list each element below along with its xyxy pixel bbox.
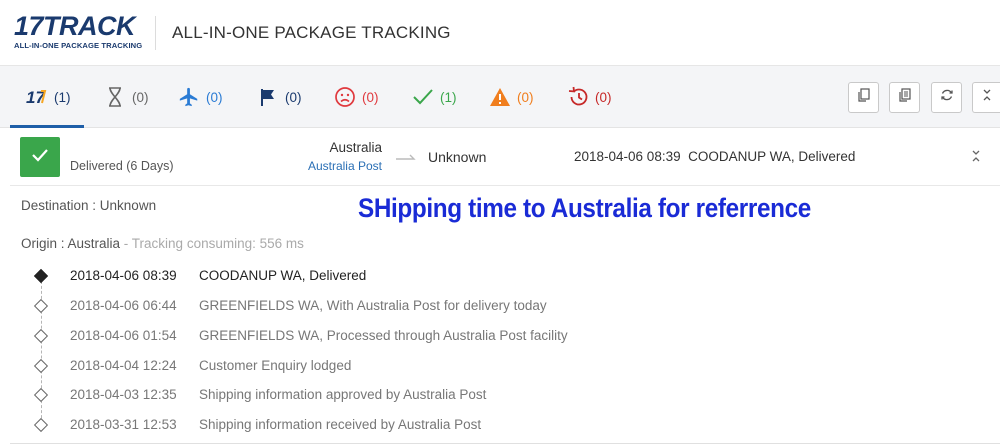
expand-toggle[interactable] <box>970 149 982 168</box>
checkmark-icon <box>412 86 434 108</box>
diamond-icon <box>33 387 49 403</box>
logo-tagline: ALL-IN-ONE PACKAGE TRACKING <box>14 41 143 50</box>
route-arrow-icon <box>395 150 417 168</box>
checkmark-icon <box>31 147 49 168</box>
diamond-icon <box>33 298 49 314</box>
tab-count: (0) <box>595 89 612 105</box>
tab-not-found[interactable]: (0) <box>104 84 149 110</box>
diamond-icon <box>33 268 49 284</box>
destination-line: Destination : Unknown <box>21 198 157 213</box>
hourglass-icon <box>104 86 126 108</box>
event-time: 2018-04-04 12:24 <box>70 358 177 373</box>
tracking-consuming: - Tracking consuming: 556 ms <box>120 236 304 251</box>
tab-count: (0) <box>517 89 534 105</box>
shipment-summary-row[interactable]: Delivered (6 Days) Australia Australia P… <box>10 128 1000 186</box>
tab-pick-up[interactable]: (0) <box>257 84 302 110</box>
event-description: Customer Enquiry lodged <box>199 358 352 373</box>
17track-logo-icon: 17 <box>26 86 48 108</box>
page-title: ALL-IN-ONE PACKAGE TRACKING <box>172 23 451 42</box>
collapse-all-button[interactable] <box>972 82 1000 113</box>
origin-text: Origin : Australia <box>21 236 121 251</box>
refresh-button[interactable] <box>931 82 962 113</box>
tab-all[interactable]: 17 (1) <box>26 84 71 110</box>
logo-number: 17 <box>14 11 44 41</box>
timeline-event: 2018-03-31 12:53 Shipping information re… <box>0 415 1000 435</box>
destination-country: Unknown <box>428 149 487 165</box>
tab-undelivered[interactable]: (0) <box>334 84 379 110</box>
event-time: 2018-04-06 08:39 <box>70 268 177 283</box>
event-time: 2018-04-03 12:35 <box>70 387 177 402</box>
delivered-status-badge <box>20 137 60 177</box>
event-description: GREENFIELDS WA, Processed through Austra… <box>199 328 568 343</box>
tab-count: (0) <box>206 89 223 105</box>
timeline-event: 2018-04-06 08:39 COODANUP WA, Delivered <box>0 266 1000 286</box>
event-description: COODANUP WA, Delivered <box>199 268 367 283</box>
tab-count: (0) <box>285 89 302 105</box>
collapse-icon <box>981 88 993 107</box>
history-icon <box>567 86 589 108</box>
event-description: GREENFIELDS WA, With Australia Post for … <box>199 298 547 313</box>
copy-button[interactable] <box>848 82 879 113</box>
event-description: Shipping information received by Austral… <box>199 417 482 432</box>
origin-line: Origin : Australia - Tracking consuming:… <box>21 236 304 251</box>
header-divider <box>155 16 156 50</box>
origin-country: Australia <box>329 140 382 155</box>
event-description: Shipping information approved by Austral… <box>199 387 487 402</box>
diamond-icon <box>33 417 49 433</box>
diamond-icon <box>33 358 49 374</box>
logo-word: TRACK <box>43 11 136 41</box>
tab-expired[interactable]: (0) <box>567 84 612 110</box>
tab-count: (0) <box>132 89 149 105</box>
tab-alert[interactable]: (0) <box>489 84 534 110</box>
17track-logo[interactable]: 17TRACK ALL-IN-ONE PACKAGE TRACKING <box>14 12 142 54</box>
timeline-event: 2018-04-06 01:54 GREENFIELDS WA, Process… <box>0 326 1000 346</box>
warning-icon <box>489 86 511 108</box>
status-text: Delivered (6 Days) <box>70 159 174 173</box>
timeline-event: 2018-04-06 06:44 GREENFIELDS WA, With Au… <box>0 296 1000 316</box>
overlay-caption: SHipping time to Australia for referrenc… <box>358 193 811 223</box>
flag-icon <box>257 86 279 108</box>
event-time: 2018-03-31 12:53 <box>70 417 177 432</box>
copy-list-button[interactable] <box>889 82 920 113</box>
tab-count: (0) <box>362 89 379 105</box>
app-header: 17TRACK ALL-IN-ONE PACKAGE TRACKING ALL-… <box>0 0 1000 66</box>
timeline-event: 2018-04-03 12:35 Shipping information ap… <box>0 385 1000 405</box>
status-filter-tabs: 17 (1) (0) (0) (0) (0) (1) (0) (0) <box>0 66 1000 128</box>
refresh-icon <box>940 88 954 107</box>
event-time: 2018-04-06 06:44 <box>70 298 177 313</box>
tab-count: (1) <box>54 89 71 105</box>
event-time: 2018-04-06 01:54 <box>70 328 177 343</box>
tab-delivered[interactable]: (1) <box>412 84 457 110</box>
copy-list-icon <box>898 88 912 107</box>
copy-icon <box>857 88 871 107</box>
logo-wordmark: 17TRACK <box>14 12 142 40</box>
latest-event: 2018-04-06 08:39 COODANUP WA, Delivered <box>574 149 856 164</box>
chevron-collapse-icon <box>970 150 982 167</box>
bottom-divider <box>10 443 1000 444</box>
timeline-event: 2018-04-04 12:24 Customer Enquiry lodged <box>0 356 1000 376</box>
carrier-link[interactable]: Australia Post <box>260 159 382 173</box>
tab-count: (1) <box>440 89 457 105</box>
airplane-icon <box>178 86 200 108</box>
tab-in-transit[interactable]: (0) <box>178 84 223 110</box>
diamond-icon <box>33 328 49 344</box>
sad-face-icon <box>334 86 356 108</box>
